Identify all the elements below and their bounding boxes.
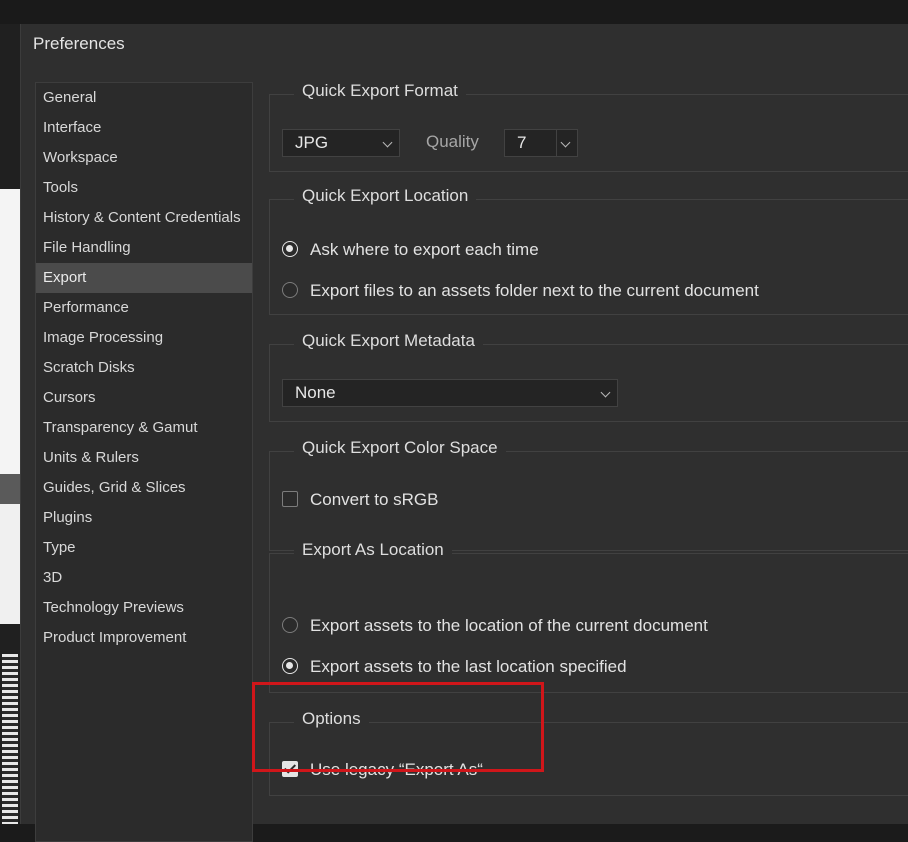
- sidebar-item-export[interactable]: Export: [36, 263, 252, 293]
- chevron-down-icon: [382, 137, 393, 148]
- quick-export-location-group: Quick Export Location Ask where to expor…: [269, 186, 908, 315]
- background-app-topbar: [0, 0, 908, 24]
- sidebar-item-plugins[interactable]: Plugins: [36, 503, 252, 533]
- format-select-value: JPG: [295, 133, 329, 152]
- sidebar-item-units-rulers[interactable]: Units & Rulers: [36, 443, 252, 473]
- sidebar-item-transparency-gamut[interactable]: Transparency & Gamut: [36, 413, 252, 443]
- preferences-sidebar: General Interface Workspace Tools Histor…: [35, 82, 253, 842]
- metadata-select-value: None: [295, 383, 336, 402]
- group-title: Quick Export Format: [294, 81, 466, 101]
- radio-button[interactable]: [282, 282, 298, 298]
- sidebar-item-product-improvement[interactable]: Product Improvement: [36, 623, 252, 653]
- group-title: Quick Export Location: [294, 186, 477, 206]
- quick-export-metadata-group: Quick Export Metadata None: [269, 331, 908, 422]
- preferences-dialog: Preferences General Interface Workspace …: [20, 24, 908, 842]
- group-title: Options: [294, 709, 369, 729]
- sidebar-item-history-content-credentials[interactable]: History & Content Credentials: [36, 203, 252, 233]
- sidebar-item-guides-grid-slices[interactable]: Guides, Grid & Slices: [36, 473, 252, 503]
- quality-select[interactable]: 7: [504, 129, 578, 157]
- sidebar-item-image-processing[interactable]: Image Processing: [36, 323, 252, 353]
- quality-label: Quality: [426, 132, 479, 151]
- radio-button[interactable]: [282, 241, 298, 257]
- sidebar-item-general[interactable]: General: [36, 83, 252, 113]
- sidebar-item-technology-previews[interactable]: Technology Previews: [36, 593, 252, 623]
- group-title: Quick Export Color Space: [294, 438, 506, 458]
- sidebar-item-tools[interactable]: Tools: [36, 173, 252, 203]
- radio-label: Export assets to the location of the cur…: [310, 616, 708, 635]
- checkbox[interactable]: [282, 491, 298, 507]
- group-title: Export As Location: [294, 540, 452, 560]
- background-app-canvas: [0, 24, 20, 824]
- quick-export-format-group: Quick Export Format JPG Quality 7: [269, 81, 908, 172]
- radio-label: Export files to an assets folder next to…: [310, 281, 759, 300]
- chevron-down-icon: [560, 137, 571, 148]
- sidebar-item-3d[interactable]: 3D: [36, 563, 252, 593]
- format-select[interactable]: JPG: [282, 129, 400, 157]
- radio-button[interactable]: [282, 658, 298, 674]
- checkbox-label: Convert to sRGB: [310, 490, 439, 509]
- radio-button[interactable]: [282, 617, 298, 633]
- sidebar-item-type[interactable]: Type: [36, 533, 252, 563]
- group-title: Quick Export Metadata: [294, 331, 483, 351]
- export-as-location-group: Export As Location Export assets to the …: [269, 540, 908, 693]
- radio-label: Export assets to the last location speci…: [310, 657, 627, 676]
- quality-select-value: 7: [517, 133, 527, 152]
- metadata-select[interactable]: None: [282, 379, 618, 407]
- radio-label: Ask where to export each time: [310, 240, 539, 259]
- chevron-down-icon: [600, 387, 611, 398]
- sidebar-item-scratch-disks[interactable]: Scratch Disks: [36, 353, 252, 383]
- sidebar-item-file-handling[interactable]: File Handling: [36, 233, 252, 263]
- options-group: Options Use legacy “Export As“: [269, 709, 908, 796]
- sidebar-item-workspace[interactable]: Workspace: [36, 143, 252, 173]
- sidebar-item-cursors[interactable]: Cursors: [36, 383, 252, 413]
- quick-export-color-space-group: Quick Export Color Space Convert to sRGB: [269, 438, 908, 551]
- sidebar-item-performance[interactable]: Performance: [36, 293, 252, 323]
- checkbox-label: Use legacy “Export As“: [310, 760, 483, 779]
- export-settings-panel: Quick Export Format JPG Quality 7 Quick …: [253, 81, 908, 842]
- dialog-title: Preferences: [33, 34, 125, 53]
- checkbox[interactable]: [282, 761, 298, 777]
- sidebar-item-interface[interactable]: Interface: [36, 113, 252, 143]
